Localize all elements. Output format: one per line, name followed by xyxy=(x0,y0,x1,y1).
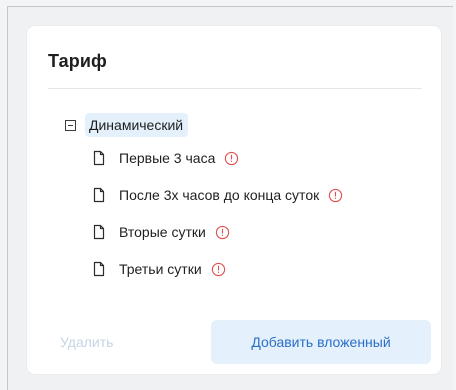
tree-item[interactable]: Третьи сутки xyxy=(91,256,431,282)
card-title: Тариф xyxy=(48,51,107,71)
delete-button-wrap: Удалить xyxy=(60,320,113,364)
tree-item[interactable]: Вторые сутки xyxy=(91,219,431,245)
tree-root-label[interactable]: Динамический xyxy=(85,113,189,137)
tree-item-label: Первые 3 часа xyxy=(119,150,216,166)
warning-icon xyxy=(329,188,343,202)
tree-item[interactable]: Первые 3 часа xyxy=(91,145,431,171)
collapse-icon[interactable] xyxy=(65,119,76,131)
file-icon xyxy=(93,150,105,166)
tree-root-row: Динамический xyxy=(61,112,431,138)
warning-icon xyxy=(215,225,229,239)
tree-item-label: Вторые сутки xyxy=(119,224,206,240)
add-nested-button[interactable]: Добавить вложенный xyxy=(211,320,431,364)
file-icon xyxy=(93,224,105,240)
tariff-tree: Динамический Первые 3 часа После 3х часо… xyxy=(61,112,431,282)
tree-item-label: Третьи сутки xyxy=(119,261,202,277)
title-divider xyxy=(48,88,422,89)
file-icon xyxy=(93,261,105,277)
warning-icon xyxy=(225,151,239,165)
delete-button[interactable]: Удалить xyxy=(60,334,113,350)
tree-item[interactable]: После 3х часов до конца суток xyxy=(91,182,431,208)
warning-icon xyxy=(211,262,225,276)
tree-item-label: После 3х часов до конца суток xyxy=(119,187,320,203)
file-icon xyxy=(93,187,105,203)
